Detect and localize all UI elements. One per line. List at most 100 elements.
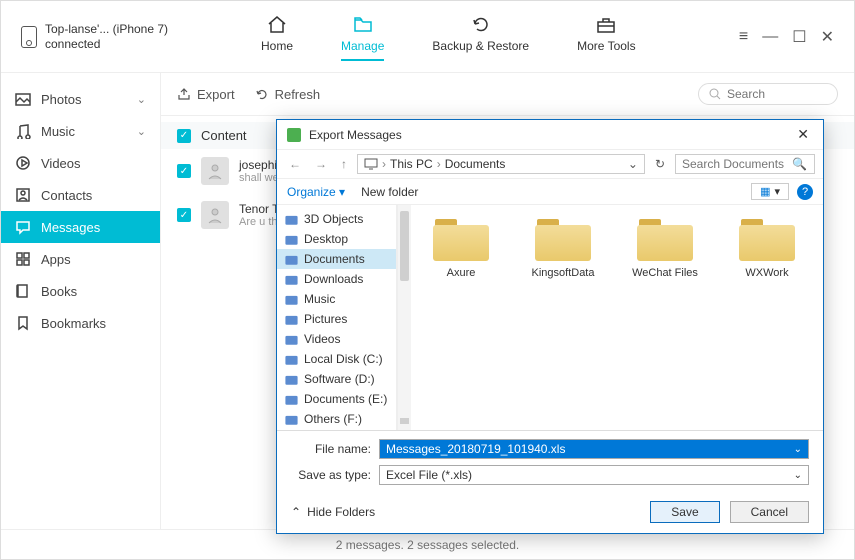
chevron-down-icon: ⌄ (137, 125, 146, 138)
path-bar[interactable]: › This PC › Documents ⌄ (357, 154, 645, 174)
sidebar-item-apps[interactable]: Apps (1, 243, 160, 275)
forward-button[interactable]: → (311, 155, 331, 173)
app-window: Top-lanse'... (iPhone 7) connected Home … (0, 0, 855, 560)
status-text: 2 messages. 2 sessages selected. (336, 538, 519, 552)
sidebar-item-music[interactable]: Music ⌄ (1, 115, 160, 147)
tree-item[interactable]: Documents (E:) (277, 389, 396, 409)
saveas-label: Save as type: (291, 468, 371, 482)
organize-menu[interactable]: Organize ▾ (287, 185, 345, 199)
folder-icon (433, 215, 489, 261)
tree-item[interactable]: Pictures (277, 309, 396, 329)
file-pane[interactable]: Axure KingsoftData WeChat Files WXWork (411, 205, 823, 430)
sidebar-item-videos[interactable]: Videos (1, 147, 160, 179)
video-icon (15, 155, 31, 171)
folder-label: Axure (447, 267, 476, 279)
tree-item[interactable]: Downloads (277, 269, 396, 289)
search-icon: 🔍 (792, 157, 807, 171)
export-dialog: Export Messages ✕ ← → ↑ › This PC › Docu… (276, 119, 824, 534)
crumb-folder[interactable]: Documents (445, 157, 506, 171)
hide-folders-toggle[interactable]: ⌃ Hide Folders (291, 505, 375, 519)
cancel-button[interactable]: Cancel (730, 501, 809, 523)
dialog-close-button[interactable]: ✕ (793, 126, 813, 143)
filename-input[interactable]: Messages_20180719_101940.xls ⌄ (379, 439, 809, 459)
tree-item[interactable]: Desktop (277, 229, 396, 249)
path-dropdown-icon[interactable]: ⌄ (628, 157, 638, 171)
folder-label: WXWork (745, 267, 788, 279)
folder-item[interactable]: WeChat Files (625, 215, 705, 279)
dialog-titlebar: Export Messages ✕ (277, 120, 823, 150)
tree-item[interactable]: Others (F:) (277, 409, 396, 429)
row-checkbox[interactable]: ✓ (177, 164, 191, 178)
sidebar-item-contacts[interactable]: Contacts (1, 179, 160, 211)
bookmark-icon (15, 315, 31, 331)
up-button[interactable]: ↑ (337, 155, 351, 173)
search-input[interactable] (727, 87, 827, 101)
close-button[interactable]: ✕ (821, 27, 834, 47)
tree-item[interactable]: Local Disk (C:) (277, 349, 396, 369)
dialog-toolbar: Organize ▾ New folder ▦ ▾ ? (277, 179, 823, 205)
sidebar-item-bookmarks[interactable]: Bookmarks (1, 307, 160, 339)
dialog-search-input[interactable] (682, 157, 792, 171)
device-name: Top-lanse'... (iPhone 7) (45, 22, 168, 36)
chevron-down-icon: ⌄ (137, 93, 146, 106)
reload-button[interactable]: ↻ (651, 155, 669, 173)
sidebar-label: Apps (41, 252, 71, 267)
tab-home[interactable]: Home (261, 13, 293, 61)
sidebar-item-messages[interactable]: Messages (1, 211, 160, 243)
maximize-button[interactable]: ☐ (792, 27, 806, 47)
message-icon (15, 219, 31, 235)
tree-item[interactable]: Music (277, 289, 396, 309)
minimize-button[interactable]: — (762, 28, 778, 46)
tree-item[interactable]: Videos (277, 329, 396, 349)
new-folder-button[interactable]: New folder (361, 185, 418, 199)
sidebar-item-books[interactable]: Books (1, 275, 160, 307)
filename-label: File name: (291, 442, 371, 456)
tab-home-label: Home (261, 39, 293, 53)
view-mode-button[interactable]: ▦ ▾ (751, 183, 789, 200)
sidebar-label: Contacts (41, 188, 92, 203)
apps-icon (15, 251, 31, 267)
photo-icon (15, 91, 31, 107)
tab-tools[interactable]: More Tools (577, 13, 635, 61)
dropdown-icon[interactable]: ⌄ (794, 444, 802, 455)
export-button[interactable]: Export (177, 87, 235, 102)
folder-item[interactable]: Axure (421, 215, 501, 279)
folder-icon (535, 215, 591, 261)
tab-backup[interactable]: Backup & Restore (432, 13, 529, 61)
saveas-select[interactable]: Excel File (*.xls) ⌄ (379, 465, 809, 485)
tab-manage-label: Manage (341, 39, 384, 53)
sidebar-label: Books (41, 284, 77, 299)
tab-backup-label: Backup & Restore (432, 39, 529, 53)
menu-icon[interactable]: ≡ (739, 28, 748, 46)
folder-tree[interactable]: 3D ObjectsDesktopDocumentsDownloadsMusic… (277, 205, 397, 430)
folder-item[interactable]: KingsoftData (523, 215, 603, 279)
refresh-button[interactable]: Refresh (255, 87, 321, 102)
save-button[interactable]: Save (650, 501, 719, 523)
select-all-checkbox[interactable]: ✓ (177, 129, 191, 143)
help-button[interactable]: ? (797, 184, 813, 200)
export-icon (177, 87, 191, 101)
dropdown-icon[interactable]: ⌄ (794, 470, 802, 481)
dialog-search-box[interactable]: 🔍 (675, 154, 815, 174)
dialog-icon (287, 128, 301, 142)
refresh-icon (255, 87, 269, 101)
saveas-value: Excel File (*.xls) (386, 468, 472, 482)
back-button[interactable]: ← (285, 155, 305, 173)
row-checkbox[interactable]: ✓ (177, 208, 191, 222)
chevron-up-icon: ⌃ (291, 505, 301, 519)
tree-item[interactable]: 3D Objects (277, 209, 396, 229)
search-box[interactable] (698, 83, 838, 105)
tab-tools-label: More Tools (577, 39, 635, 53)
sidebar-item-photos[interactable]: Photos ⌄ (1, 83, 160, 115)
tree-item[interactable]: Documents (277, 249, 396, 269)
folder-item[interactable]: WXWork (727, 215, 807, 279)
tree-item[interactable]: Software (D:) (277, 369, 396, 389)
home-icon (266, 13, 288, 35)
tab-manage[interactable]: Manage (341, 13, 384, 61)
tree-scrollbar[interactable] (397, 205, 411, 430)
content-toolbar: Export Refresh (161, 73, 854, 116)
device-status: connected (45, 37, 168, 51)
nav-tabs: Home Manage Backup & Restore More Tools (261, 13, 636, 61)
refresh-icon (470, 13, 492, 35)
crumb-root[interactable]: This PC (390, 157, 433, 171)
